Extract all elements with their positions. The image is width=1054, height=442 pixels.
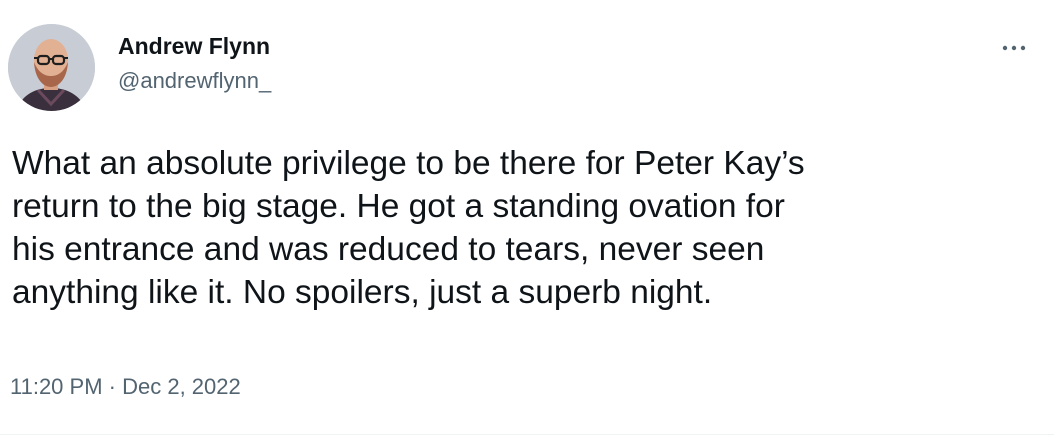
divider — [0, 434, 1054, 435]
tweet-timestamp: 11:20 PM · Dec 2, 2022 — [10, 374, 241, 400]
tweet-card: Andrew Flynn @andrewflynn_ What an absol… — [0, 0, 1054, 442]
tweet-time-link[interactable]: 11:20 PM — [10, 374, 103, 399]
author-block: Andrew Flynn @andrewflynn_ — [118, 32, 271, 94]
avatar[interactable] — [8, 24, 95, 111]
timestamp-separator: · — [102, 374, 123, 399]
author-handle[interactable]: @andrewflynn_ — [118, 68, 271, 94]
tweet-date-link[interactable]: Dec 2, 2022 — [122, 374, 241, 399]
more-options-button[interactable] — [996, 36, 1032, 60]
more-horizontal-icon — [1002, 45, 1026, 51]
author-name[interactable]: Andrew Flynn — [118, 32, 271, 60]
tweet-text: What an absolute privilege to be there f… — [12, 145, 805, 311]
avatar-image — [8, 24, 95, 111]
